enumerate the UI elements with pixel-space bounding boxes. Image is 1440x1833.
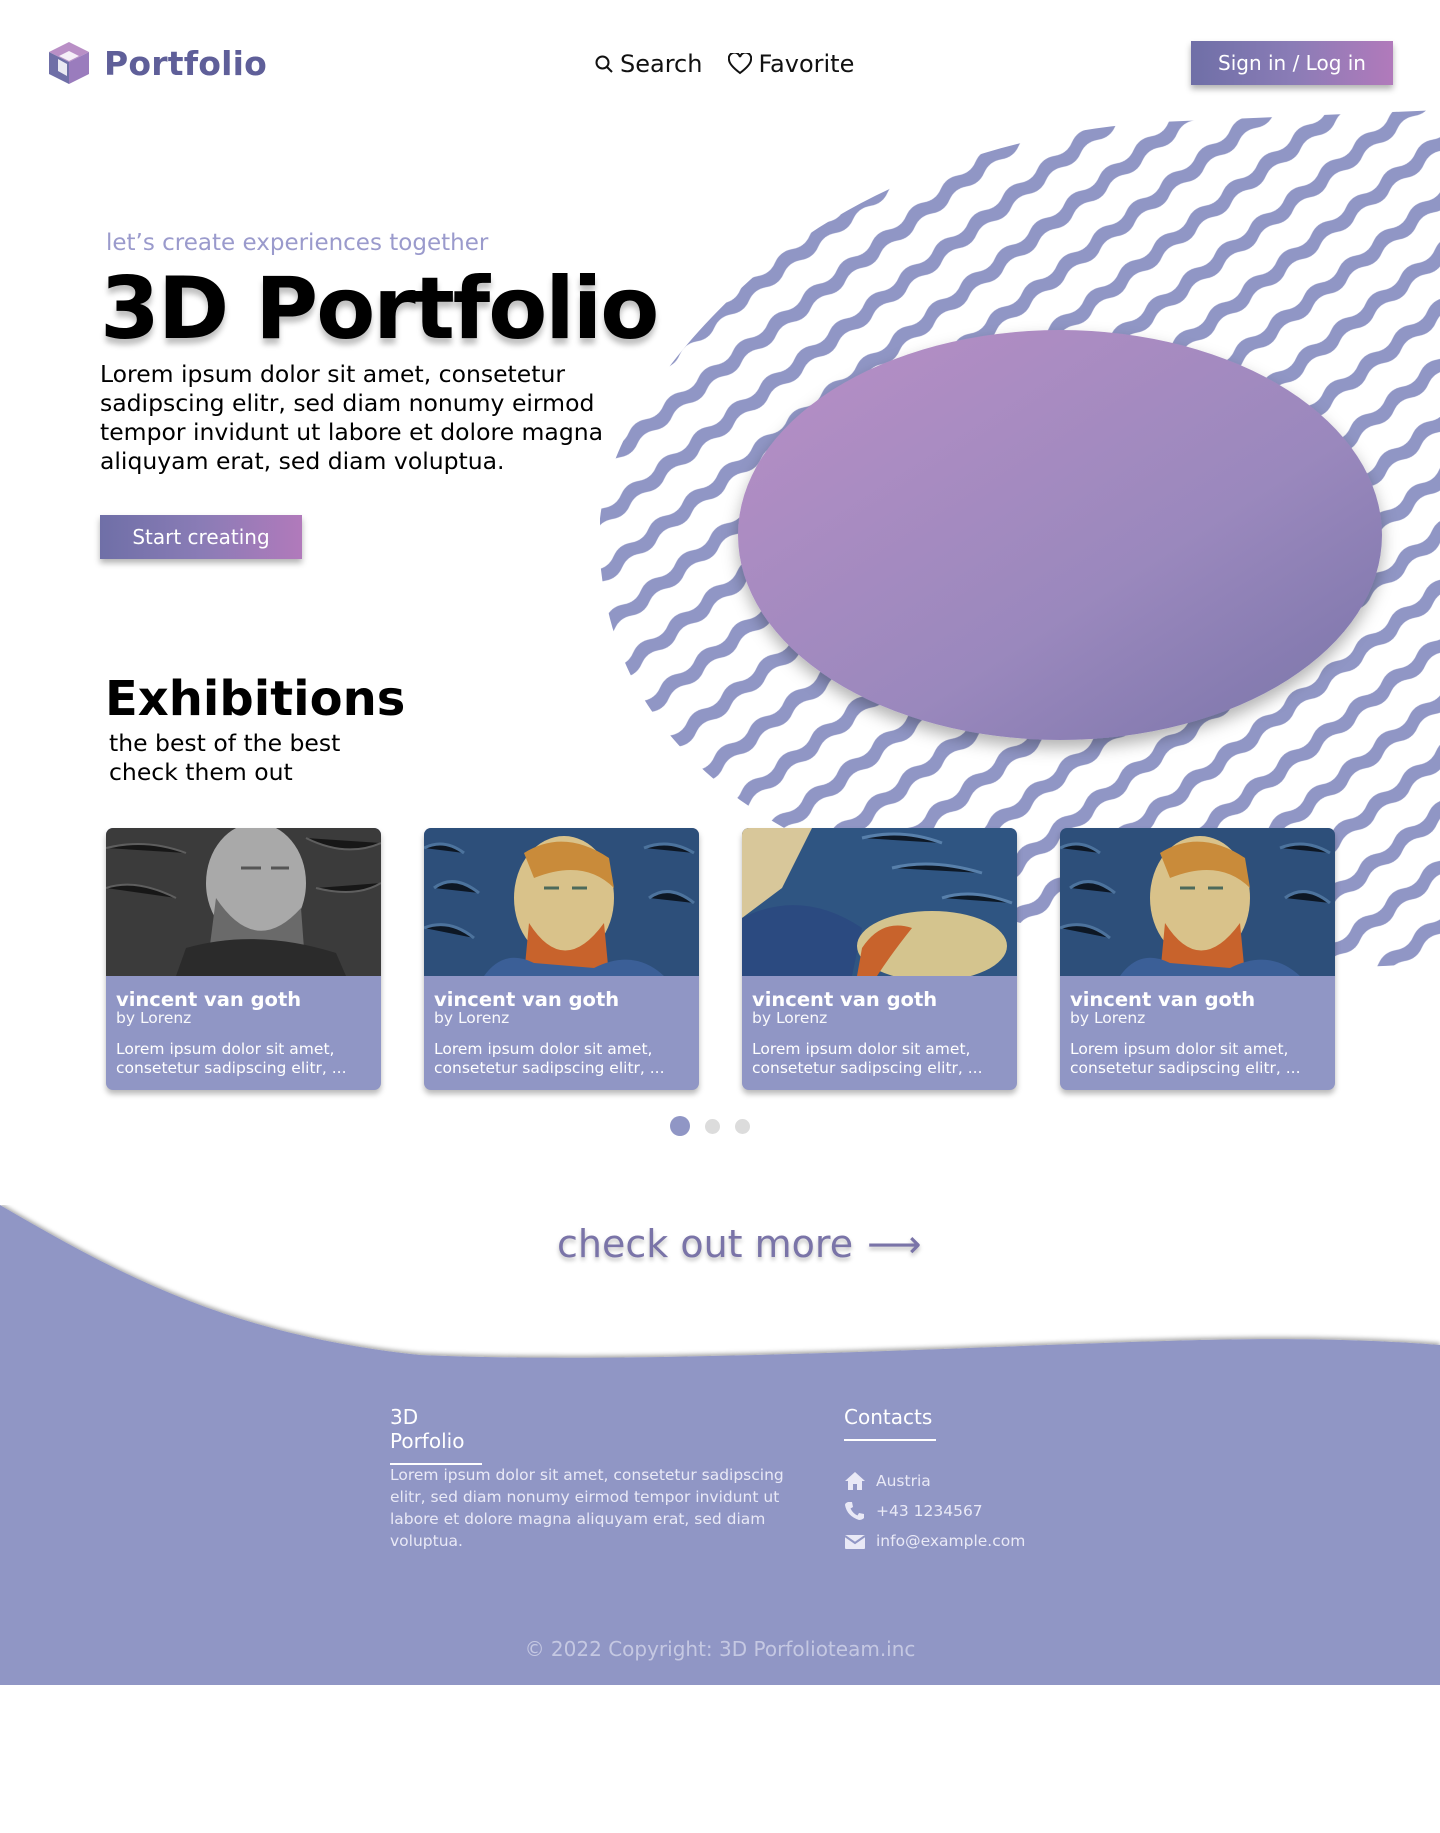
carousel-pagination xyxy=(670,1116,750,1136)
card-description: Lorem ipsum dolor sit amet, consetetur s… xyxy=(1070,1040,1325,1078)
card-description-line: consetetur sadipscing elitr, ... xyxy=(434,1059,665,1077)
card-author: by Lorenz xyxy=(1070,1009,1146,1027)
footer-contacts-heading: Contacts xyxy=(844,1405,936,1441)
nav-search[interactable]: Search xyxy=(594,50,702,78)
logo[interactable]: Portfolio xyxy=(46,40,267,86)
card-description-line: consetetur sadipscing elitr, ... xyxy=(1070,1059,1301,1077)
exhibition-card[interactable]: vincent van goth by Lorenz Lorem ipsum d… xyxy=(1060,828,1335,1090)
nav-search-label: Search xyxy=(620,50,703,78)
exhibitions-title: Exhibitions xyxy=(105,671,406,727)
nav-favorite-label: Favorite xyxy=(758,50,855,78)
cube-logo-icon xyxy=(49,42,89,84)
signin-button[interactable]: Sign in / Log in xyxy=(1191,41,1393,85)
card-title: vincent van goth xyxy=(1070,988,1256,1011)
pagination-dot[interactable] xyxy=(735,1118,750,1134)
mail-icon xyxy=(844,1535,866,1549)
heart-icon xyxy=(728,53,753,75)
footer-about-heading: 3D Porfolio xyxy=(390,1405,482,1465)
check-out-more-link[interactable]: check out more ⟶ xyxy=(557,1222,922,1266)
contact-address-text: Austria xyxy=(876,1472,931,1490)
card-title: vincent van goth xyxy=(434,988,620,1011)
painting-self-portrait-image xyxy=(424,828,699,976)
card-author: by Lorenz xyxy=(434,1009,510,1027)
start-creating-button[interactable]: Start creating xyxy=(100,515,302,559)
logo-text: Portfolio xyxy=(104,43,268,83)
exhibitions-subtitle-line: the best of the best xyxy=(109,729,341,757)
contact-email-text: info@example.com xyxy=(876,1532,1026,1550)
card-title: vincent van goth xyxy=(116,988,302,1011)
pagination-dot[interactable] xyxy=(670,1116,690,1136)
card-description: Lorem ipsum dolor sit amet, consetetur s… xyxy=(752,1040,1007,1078)
search-icon xyxy=(595,55,613,73)
card-description-line: Lorem ipsum dolor sit amet, xyxy=(1070,1040,1289,1058)
card-description-line: consetetur sadipscing elitr, ... xyxy=(116,1059,347,1077)
contact-phone-text: +43 1234567 xyxy=(876,1502,983,1520)
painting-reclining-portrait-image xyxy=(742,828,1017,976)
phone-icon xyxy=(845,1502,864,1520)
hero-tagline: let’s create experiences together xyxy=(106,230,489,256)
card-title: vincent van goth xyxy=(752,988,938,1011)
exhibitions-subtitle: the best of the best check them out xyxy=(109,729,340,787)
card-description-line: Lorem ipsum dolor sit amet, xyxy=(752,1040,971,1058)
contact-email[interactable]: info@example.com xyxy=(844,1526,1025,1556)
hero-title: 3D Portfolio xyxy=(100,259,659,359)
exhibition-card[interactable]: vincent van goth by Lorenz Lorem ipsum d… xyxy=(424,828,699,1090)
top-nav: Search Favorite xyxy=(594,50,854,78)
contact-address: Austria xyxy=(844,1466,1025,1496)
check-out-more-label: check out more xyxy=(557,1222,854,1266)
painting-grayscale-portrait-image xyxy=(106,828,381,976)
card-author: by Lorenz xyxy=(116,1009,192,1027)
exhibitions-subtitle-line: check them out xyxy=(109,758,293,786)
copyright: © 2022 Copyright: 3D Porfolioteam.inc xyxy=(524,1637,916,1661)
pagination-dot[interactable] xyxy=(705,1118,720,1134)
hero-description: Lorem ipsum dolor sit amet, consetetur s… xyxy=(100,360,604,475)
gradient-ellipse xyxy=(738,330,1382,740)
contact-phone[interactable]: +43 1234567 xyxy=(844,1496,1025,1526)
card-description-line: Lorem ipsum dolor sit amet, xyxy=(116,1040,335,1058)
footer-wave xyxy=(0,1205,1440,1685)
arrow-right-icon: ⟶ xyxy=(867,1222,922,1266)
card-description: Lorem ipsum dolor sit amet, consetetur s… xyxy=(434,1040,689,1078)
exhibition-card[interactable]: vincent van goth by Lorenz Lorem ipsum d… xyxy=(742,828,1017,1090)
exhibition-card[interactable]: vincent van goth by Lorenz Lorem ipsum d… xyxy=(106,828,381,1090)
painting-self-portrait-image xyxy=(1060,828,1335,976)
card-author: by Lorenz xyxy=(752,1009,828,1027)
card-description: Lorem ipsum dolor sit amet, consetetur s… xyxy=(116,1040,371,1078)
card-description-line: Lorem ipsum dolor sit amet, xyxy=(434,1040,653,1058)
card-description-line: consetetur sadipscing elitr, ... xyxy=(752,1059,983,1077)
home-icon xyxy=(845,1472,865,1490)
nav-favorite[interactable]: Favorite xyxy=(728,50,854,78)
footer-contacts-list: Austria +43 1234567 info@example.com xyxy=(844,1466,1025,1556)
footer-about-text: Lorem ipsum dolor sit amet, consetetur s… xyxy=(390,1466,784,1550)
